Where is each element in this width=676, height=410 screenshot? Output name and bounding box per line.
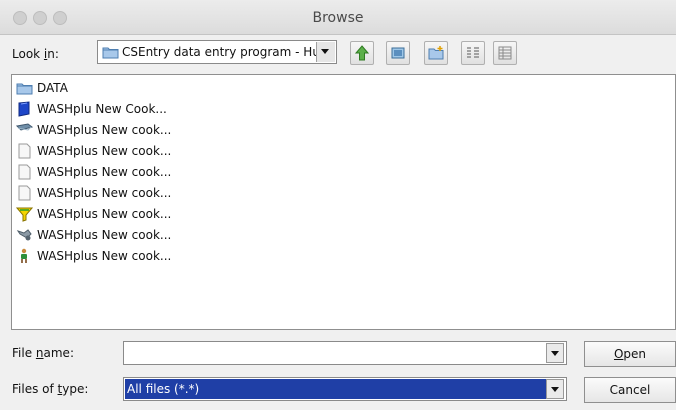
chevron-down-icon[interactable] bbox=[546, 343, 564, 363]
window-title: Browse bbox=[312, 10, 364, 26]
list-item[interactable]: WASHplu New Cook... bbox=[16, 99, 167, 119]
file-name: WASHplus New cook... bbox=[37, 144, 172, 158]
file-name: WASHplus New cook... bbox=[37, 123, 172, 137]
create-new-folder-button[interactable] bbox=[424, 41, 448, 65]
file-name: WASHplus New cook... bbox=[37, 165, 172, 179]
list-item[interactable]: WASHplus New cook... bbox=[16, 120, 171, 140]
image-icon bbox=[16, 123, 33, 131]
desktop-button[interactable] bbox=[386, 41, 410, 65]
open-button[interactable]: Open bbox=[584, 341, 676, 367]
up-arrow-icon bbox=[354, 45, 370, 61]
list-item[interactable]: WASHplus New cook... bbox=[16, 204, 171, 224]
list-item[interactable]: WASHplus New cook... bbox=[16, 246, 171, 266]
file-name: WASHplu New Cook... bbox=[37, 102, 167, 116]
file-name: DATA bbox=[37, 81, 68, 95]
file-list[interactable]: DATA WASHplu New Cook... WASHplus New co… bbox=[11, 74, 676, 330]
chevron-down-icon[interactable] bbox=[546, 379, 564, 399]
book-icon bbox=[18, 101, 30, 117]
tools-icon bbox=[16, 229, 32, 241]
folder-icon bbox=[102, 45, 119, 62]
document-icon bbox=[18, 143, 31, 159]
files-of-type-label: Files of type: bbox=[12, 382, 89, 396]
document-icon bbox=[18, 185, 31, 201]
list-view-icon bbox=[467, 47, 479, 58]
details-view-icon bbox=[498, 46, 512, 60]
chevron-down-icon[interactable] bbox=[316, 42, 335, 62]
title-bar: Browse bbox=[0, 0, 676, 35]
details-view-button[interactable] bbox=[493, 41, 517, 65]
list-item[interactable]: WASHplus New cook... bbox=[16, 183, 171, 203]
look-in-label: Look in: bbox=[12, 47, 59, 61]
files-of-type-select[interactable]: All files (*.*) bbox=[123, 377, 567, 401]
cancel-button[interactable]: Cancel bbox=[584, 377, 676, 403]
file-name-label: File name: bbox=[12, 346, 74, 360]
look-in-value: CSEntry data entry program - Hu bbox=[122, 45, 320, 59]
funnel-icon bbox=[16, 207, 33, 222]
look-in-combo[interactable]: CSEntry data entry program - Hu bbox=[97, 40, 337, 64]
desktop-icon bbox=[391, 47, 405, 59]
list-item[interactable]: DATA bbox=[16, 78, 68, 98]
list-item[interactable]: WASHplus New cook... bbox=[16, 141, 171, 161]
files-of-type-value: All files (*.*) bbox=[127, 382, 200, 396]
folder-icon bbox=[16, 83, 33, 95]
file-name: WASHplus New cook... bbox=[37, 249, 172, 263]
file-name: WASHplus New cook... bbox=[37, 186, 172, 200]
list-item[interactable]: WASHplus New cook... bbox=[16, 162, 171, 182]
list-view-button[interactable] bbox=[461, 41, 485, 65]
document-icon bbox=[18, 164, 31, 180]
new-folder-icon bbox=[428, 46, 444, 60]
file-name-input[interactable] bbox=[123, 341, 567, 365]
figure-icon bbox=[21, 248, 27, 263]
file-name: WASHplus New cook... bbox=[37, 228, 172, 242]
file-name: WASHplus New cook... bbox=[37, 207, 172, 221]
list-item[interactable]: WASHplus New cook... bbox=[16, 225, 171, 245]
up-one-level-button[interactable] bbox=[350, 41, 374, 65]
